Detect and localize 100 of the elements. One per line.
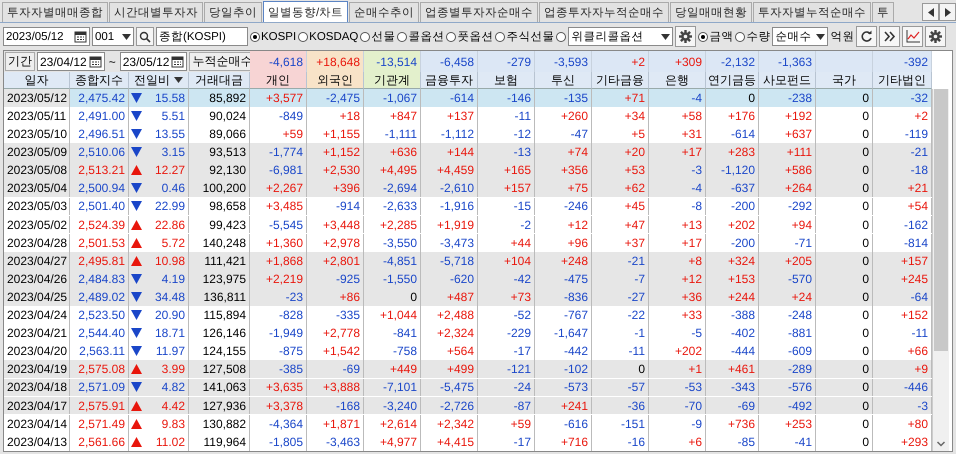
column-header[interactable]: 은행 (649, 72, 706, 89)
table-cell: -3 (873, 396, 932, 414)
settings-button[interactable] (675, 26, 696, 47)
column-header[interactable]: 투신 (535, 72, 592, 89)
table-cell: 0 (816, 432, 873, 451)
tab[interactable]: 시간대별투자자 (109, 2, 203, 22)
mode-dropdown[interactable]: 순매수 (772, 27, 828, 46)
column-header[interactable]: 보험 (478, 72, 535, 89)
table-cell: 2,575.91 (70, 396, 129, 414)
column-header[interactable]: 연기금등 (706, 72, 759, 89)
table-cell: -637 (706, 179, 759, 198)
tab[interactable]: 업종별투자자순매수 (420, 2, 538, 22)
table-cell: +157 (478, 179, 535, 198)
scroll-left-button[interactable] (922, 3, 939, 21)
table-cell: 126,146 (189, 324, 250, 342)
start-date-field[interactable]: 23/04/12 (37, 52, 105, 71)
table-cell: -27 (592, 288, 649, 306)
date-field[interactable]: 2023/05/12 (3, 27, 90, 46)
chart-button[interactable] (902, 26, 924, 47)
table-cell: +12 (649, 270, 706, 288)
calendar-icon[interactable] (74, 30, 87, 43)
column-header[interactable]: 사모펀드 (759, 72, 816, 89)
calendar-icon[interactable] (171, 55, 184, 68)
search-button[interactable] (136, 27, 154, 46)
column-header[interactable]: 거래대금 (189, 72, 250, 89)
tab[interactable]: 투자자별매매종합 (2, 2, 108, 22)
refresh-button[interactable] (856, 26, 878, 47)
column-header[interactable]: 국가 (816, 72, 873, 89)
column-header[interactable]: 종합지수 (70, 72, 129, 89)
right-arrow-icon (944, 8, 950, 16)
market-radio[interactable]: KOSDAQ (298, 30, 358, 42)
code-dropdown[interactable]: 001 (92, 27, 134, 46)
table-cell: +716 (535, 432, 592, 451)
next-button[interactable] (879, 26, 900, 47)
table-cell: -3 (649, 161, 706, 180)
caret-icon[interactable] (661, 34, 670, 40)
column-header[interactable]: 기관계 (364, 72, 421, 89)
column-header[interactable]: 기타법인 (873, 72, 932, 89)
caret-icon[interactable] (816, 34, 826, 40)
tab[interactable]: 순매수추이 (349, 2, 420, 22)
table-cell: -343 (706, 378, 759, 396)
table-cell: +2,488 (421, 306, 478, 324)
table-cell: -22 (592, 306, 649, 324)
table-cell: -492 (759, 396, 816, 414)
table-cell: 0 (816, 198, 873, 216)
date-cell: 2023/05/08 (4, 161, 70, 180)
column-header[interactable]: 개인 (250, 72, 307, 89)
column-header[interactable]: 전일비 (129, 72, 189, 89)
scroll-right-button[interactable] (939, 3, 956, 21)
table-cell: 130,882 (189, 414, 250, 433)
unit-radio[interactable]: 금액 (698, 29, 734, 44)
tab[interactable]: 당일매매현황 (670, 2, 752, 22)
table-cell: 0 (816, 414, 873, 433)
table-cell: -102 (535, 360, 592, 378)
tab[interactable]: 투 (872, 2, 894, 22)
market-radio[interactable]: KOSPI (250, 30, 296, 42)
scroll-thumb[interactable] (934, 89, 948, 351)
table-cell: 2,495.81 (70, 252, 129, 270)
table-cell: 5.72 (162, 236, 185, 250)
caret-icon[interactable] (122, 34, 131, 40)
table-cell: 18.71 (154, 326, 185, 340)
column-header[interactable]: 기타금융 (592, 72, 649, 89)
table-cell: +45 (592, 198, 649, 216)
table-cell: -85 (706, 432, 759, 451)
tab[interactable]: 업종투자자누적순매수 (539, 2, 670, 22)
tab[interactable]: 투자자별누적순매수 (753, 2, 872, 22)
table-cell: -385 (250, 360, 307, 378)
search-icon (139, 30, 151, 42)
column-header[interactable]: 금융투자 (421, 72, 478, 89)
market-radio[interactable]: 풋옵션 (446, 29, 494, 44)
table-cell: -3,240 (364, 396, 421, 414)
table-cell: +86 (307, 288, 364, 306)
column-header[interactable]: 외국인 (307, 72, 364, 89)
table-cell: 2,484.83 (70, 270, 129, 288)
market-name-field[interactable]: 종합(KOSPI) (156, 27, 248, 46)
table-cell: -9 (649, 414, 706, 433)
table-cell: +153 (706, 270, 759, 288)
end-date-field[interactable]: 23/05/12 (120, 52, 188, 71)
table-cell: -2,475 (307, 89, 364, 107)
table-cell: +2,324 (421, 324, 478, 342)
tab[interactable]: 당일추이 (204, 2, 262, 22)
column-header[interactable]: 일자 (4, 72, 70, 89)
unit-radio[interactable]: 수량 (735, 29, 770, 44)
weekly-radio[interactable] (556, 32, 566, 42)
table-cell: 127,936 (189, 396, 250, 414)
date-cell: 2023/05/12 (4, 89, 70, 107)
market-radio[interactable]: 주식선물 (495, 29, 554, 44)
weekly-dropdown[interactable]: 위클리콜옵션 (568, 27, 674, 46)
market-radio[interactable]: 선물 (360, 29, 396, 44)
summary-cell: -13,514 (364, 51, 421, 72)
settings-button[interactable] (925, 26, 946, 47)
market-radio[interactable]: 콜옵션 (397, 29, 444, 44)
calendar-icon[interactable] (88, 55, 102, 68)
table-cell: -836 (535, 288, 592, 306)
table-cell: +36 (649, 288, 706, 306)
table-cell: +3,485 (250, 198, 307, 216)
sort-caret-icon[interactable] (174, 77, 183, 83)
date-cell: 2023/04/24 (4, 306, 70, 324)
tab[interactable]: 일별동향/차트 (263, 1, 348, 22)
left-arrow-icon (928, 8, 934, 16)
